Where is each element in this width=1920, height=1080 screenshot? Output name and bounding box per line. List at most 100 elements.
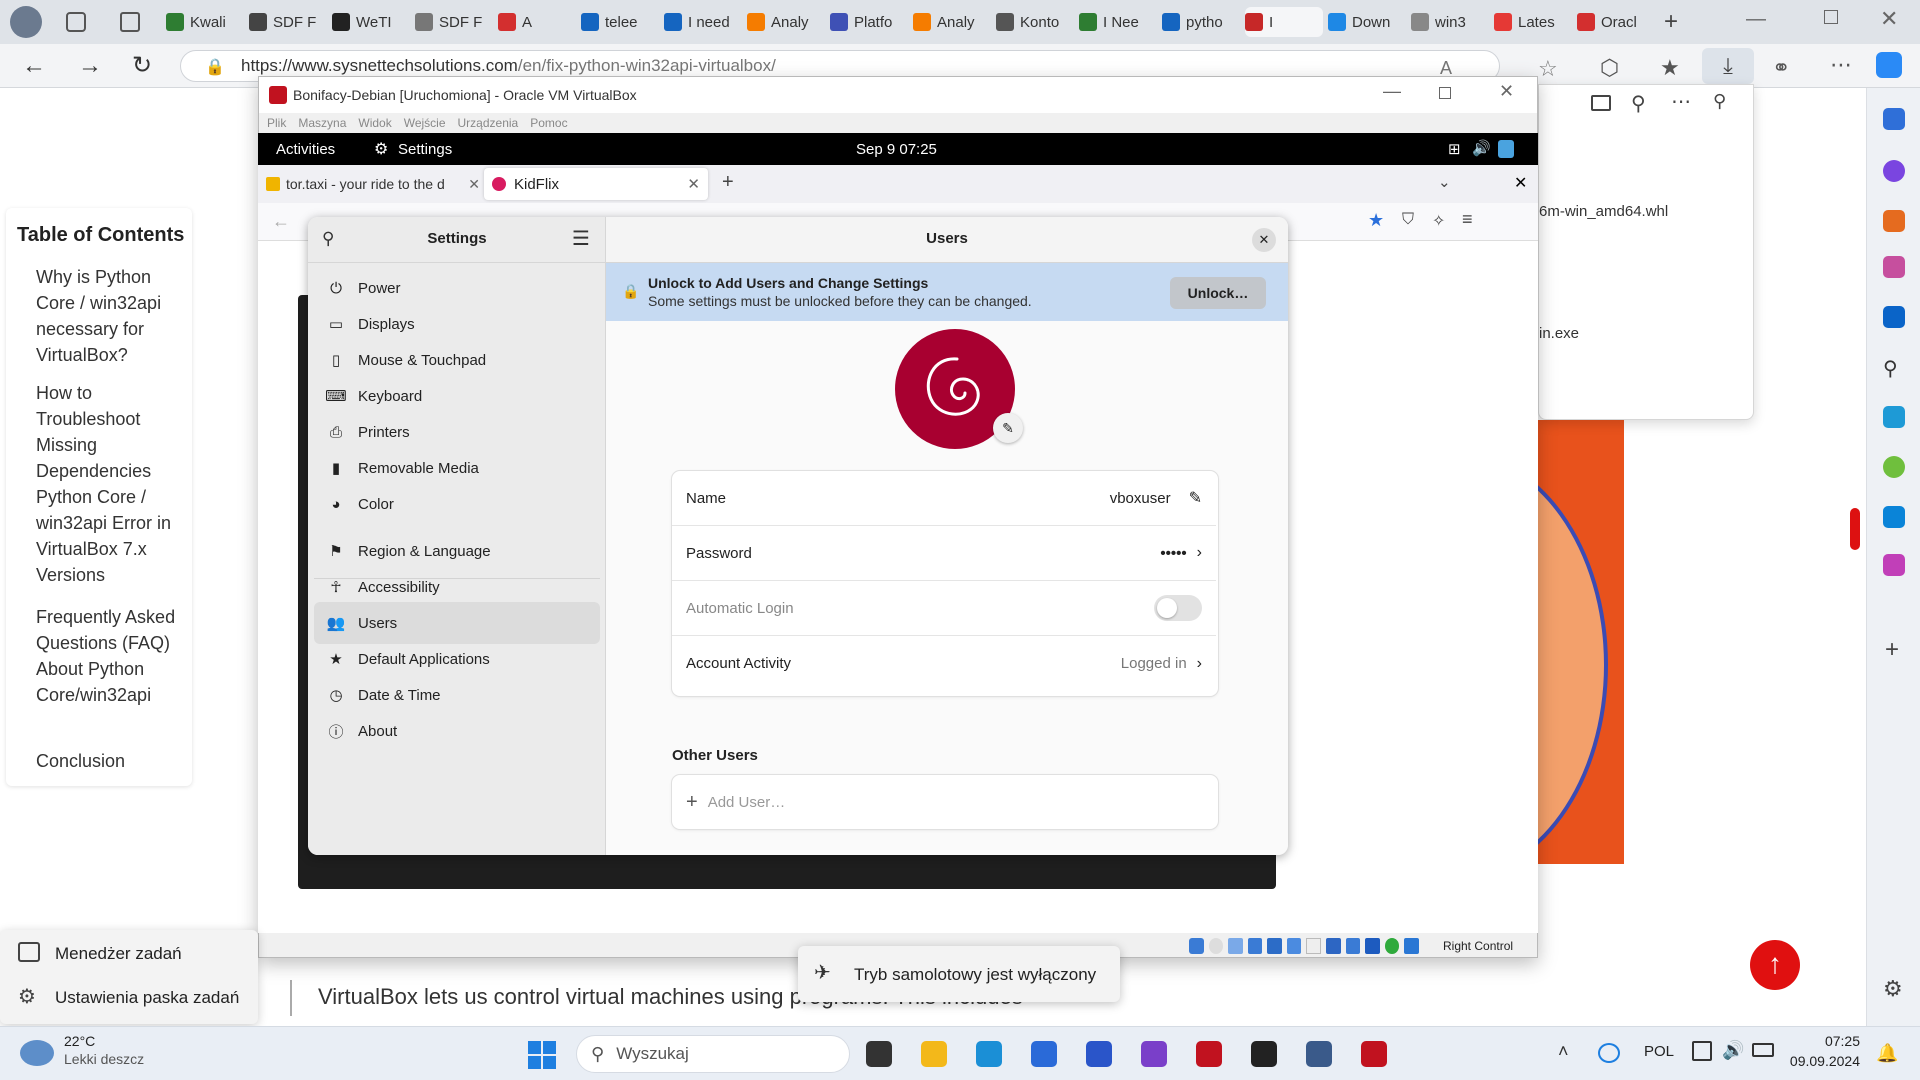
firefox-tab[interactable]: tor.taxi - your ride to the d ✕: [266, 170, 480, 198]
browser-tab[interactable]: WeTI: [332, 7, 410, 37]
hdd-icon[interactable]: [1189, 938, 1204, 954]
sidebar-app-icon[interactable]: [1883, 256, 1905, 278]
battery-icon[interactable]: [1498, 140, 1514, 158]
network-icon[interactable]: [1598, 1043, 1620, 1063]
sidebar-app-icon[interactable]: [1883, 108, 1905, 130]
sidebar-app-icon[interactable]: [1883, 456, 1905, 478]
edit-avatar-icon[interactable]: ✎: [993, 413, 1023, 443]
vbox-menu-item[interactable]: Maszyna: [298, 116, 346, 133]
telegram-icon[interactable]: [1883, 406, 1905, 428]
edge-icon[interactable]: [976, 1041, 1002, 1067]
new-tab-icon[interactable]: +: [1664, 8, 1678, 36]
terminal-icon[interactable]: [1251, 1041, 1277, 1067]
sidebar-settings-icon[interactable]: ⚙: [1883, 976, 1903, 1002]
extensions-icon[interactable]: ⬡: [1600, 55, 1619, 81]
browser-tab[interactable]: SDF F: [415, 7, 493, 37]
mouse-integration-icon[interactable]: [1384, 938, 1400, 954]
copilot-icon[interactable]: [1876, 52, 1902, 78]
bookmark-star-icon[interactable]: ★: [1368, 210, 1384, 231]
browser-tab[interactable]: Platfo: [830, 7, 908, 37]
display-icon[interactable]: [1306, 938, 1322, 954]
add-user-button[interactable]: + Add User…: [672, 775, 1218, 829]
browser-tab[interactable]: Lates: [1494, 7, 1572, 37]
browser-tab[interactable]: Konto: [996, 7, 1074, 37]
share-icon[interactable]: ⚭: [1772, 55, 1790, 81]
vbox-menu-item[interactable]: Pomoc: [530, 116, 567, 133]
audio-icon[interactable]: [1228, 938, 1243, 954]
browser-tab[interactable]: win3: [1411, 7, 1489, 37]
tab-actions-icon[interactable]: [120, 12, 140, 32]
minimize-icon[interactable]: —: [1746, 8, 1766, 31]
unlock-button[interactable]: Unlock…: [1170, 277, 1266, 309]
weather-icon[interactable]: [20, 1040, 54, 1066]
downloads-icon[interactable]: ⤓: [1702, 48, 1754, 84]
display-icon[interactable]: [1692, 1041, 1712, 1061]
skype-icon[interactable]: [1883, 506, 1905, 528]
browser-tab[interactable]: telee: [581, 7, 659, 37]
close-tab-icon[interactable]: ✕: [687, 175, 700, 193]
taskbar-settings-item[interactable]: Ustawienia paska zadań: [55, 988, 239, 1008]
close-firefox-icon[interactable]: ✕: [1514, 173, 1527, 193]
debian-app-icon[interactable]: [1196, 1041, 1222, 1067]
maximize-icon[interactable]: [1824, 10, 1838, 24]
close-window-icon[interactable]: ✕: [1880, 6, 1898, 32]
browser-tab[interactable]: pytho: [1162, 7, 1240, 37]
battery-icon[interactable]: [1752, 1043, 1774, 1057]
browser-tab[interactable]: Analy: [913, 7, 991, 37]
menu-icon[interactable]: ≡: [1462, 209, 1473, 230]
vbox-menu-item[interactable]: Widok: [358, 116, 391, 133]
vbox-maximize-icon[interactable]: [1439, 87, 1451, 99]
pin-icon[interactable]: ⚲: [1713, 91, 1726, 112]
workspaces-icon[interactable]: [66, 12, 86, 32]
toc-item[interactable]: How to Troubleshoot Missing Dependencies…: [36, 380, 186, 588]
toc-item[interactable]: Conclusion: [36, 748, 186, 774]
store-icon[interactable]: [1031, 1041, 1057, 1067]
temperature[interactable]: 22°C: [64, 1033, 95, 1049]
volume-icon[interactable]: 🔊: [1472, 139, 1491, 157]
vbox-menu-item[interactable]: Plik: [267, 116, 286, 133]
automatic-login-toggle[interactable]: [1154, 595, 1202, 621]
recording-icon[interactable]: [1326, 938, 1341, 954]
scroll-top-button[interactable]: ↑: [1750, 940, 1800, 990]
start-icon[interactable]: [528, 1041, 556, 1069]
vbox-menu-item[interactable]: Wejście: [404, 116, 446, 133]
notification-bell-icon[interactable]: 🔔: [1876, 1043, 1898, 1064]
new-tab-icon[interactable]: +: [722, 171, 734, 194]
browser-tab[interactable]: I Nee: [1079, 7, 1157, 37]
outlook-icon[interactable]: [1883, 306, 1905, 328]
toc-item[interactable]: Why is Python Core / win32api necessary …: [36, 264, 186, 368]
sidebar-app-icon[interactable]: [1883, 210, 1905, 232]
chevron-up-icon[interactable]: ˄: [1558, 1041, 1569, 1062]
network-icon[interactable]: [1247, 938, 1263, 954]
list-tabs-icon[interactable]: ⌄: [1438, 173, 1451, 191]
app-menu[interactable]: Settings: [398, 141, 452, 158]
vbox-close-icon[interactable]: ✕: [1499, 81, 1514, 102]
shared-folder-icon[interactable]: [1286, 938, 1302, 954]
usb-icon[interactable]: [1267, 938, 1282, 954]
toc-item[interactable]: Frequently Asked Questions (FAQ) About P…: [36, 604, 186, 708]
network-icon[interactable]: ⊞: [1448, 140, 1461, 158]
browser-tab[interactable]: SDF F: [249, 7, 327, 37]
language-indicator[interactable]: POL: [1644, 1043, 1674, 1060]
hostkey-arrow-icon[interactable]: [1404, 938, 1419, 954]
back-icon[interactable]: ←: [22, 52, 46, 80]
download-filename[interactable]: 6m-win_amd64.whl: [1539, 203, 1668, 220]
task-view-icon[interactable]: [866, 1041, 892, 1067]
vt-icon[interactable]: [1365, 938, 1380, 954]
search-downloads-icon[interactable]: ⚲: [1631, 91, 1646, 116]
download-filename[interactable]: in.exe: [1539, 325, 1579, 342]
tor-browser-icon[interactable]: [1141, 1041, 1167, 1067]
password-row[interactable]: Password ••••• ›: [672, 526, 1216, 581]
close-icon[interactable]: ✕: [1252, 228, 1276, 252]
hamburger-menu-icon[interactable]: ☰: [572, 226, 590, 251]
extensions-icon[interactable]: ✧: [1432, 211, 1445, 231]
file-explorer-icon[interactable]: [921, 1041, 947, 1067]
taskbar-time[interactable]: 07:25: [1794, 1033, 1860, 1049]
cpu-icon[interactable]: [1345, 938, 1361, 954]
clock[interactable]: Sep 9 07:25: [856, 141, 937, 158]
sidebar-item-about[interactable]: ⓘ About: [314, 710, 600, 752]
sidebar-app-icon[interactable]: [1883, 554, 1905, 576]
browser-tab[interactable]: Kwali: [166, 7, 244, 37]
browser-tab[interactable]: Down: [1328, 7, 1406, 37]
open-folder-icon[interactable]: [1591, 95, 1611, 111]
